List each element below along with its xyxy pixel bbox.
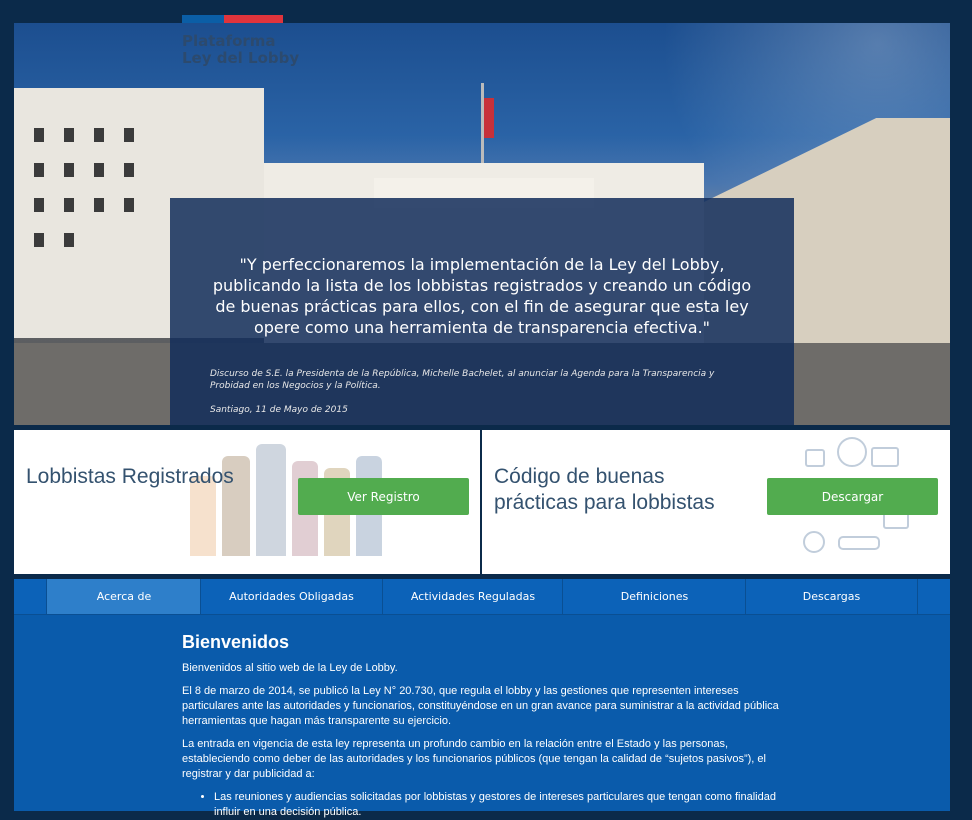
logo-line1: Plataforma <box>182 32 276 50</box>
hero-banner: "Y perfeccionaremos la implementación de… <box>14 23 950 425</box>
download-button[interactable]: Descargar <box>767 478 938 515</box>
tab-definiciones[interactable]: Definiciones <box>562 579 746 614</box>
tab-acerca-de[interactable]: Acerca de <box>46 579 201 614</box>
view-registry-button[interactable]: Ver Registro <box>298 478 469 515</box>
clock-icon <box>837 437 867 467</box>
quote-box: "Y perfeccionaremos la implementación de… <box>170 198 794 425</box>
logo-line2: Ley del Lobby <box>182 49 300 67</box>
list-item: Las reuniones y audiencias solicitadas p… <box>214 790 782 820</box>
registered-lobbyists-title: Lobbistas Registrados <box>26 465 234 488</box>
briefcase-icon <box>871 447 899 467</box>
welcome-heading: Bienvenidos <box>182 632 290 652</box>
padlock-icon <box>805 449 825 467</box>
registered-lobbyists-card: Lobbistas Registrados Ver Registro <box>14 430 480 574</box>
logo-color-bar <box>182 15 283 23</box>
info-section: Acerca de Autoridades Obligadas Activida… <box>14 579 950 818</box>
coin-icon <box>803 531 825 553</box>
flag <box>484 98 494 138</box>
tab-autoridades-obligadas[interactable]: Autoridades Obligadas <box>200 579 382 614</box>
welcome-paragraph-1: Bienvenidos al sitio web de la Ley de Lo… <box>182 662 398 674</box>
welcome-paragraph-3: La entrada en vigencia de esta ley repre… <box>182 738 766 780</box>
code-title-line1: Código de buenas <box>494 465 665 488</box>
site-logo[interactable]: Plataforma Ley del Lobby <box>182 15 299 67</box>
quote-place-date: Santiago, 11 de Mayo de 2015 <box>210 405 348 415</box>
tab-actividades-reguladas[interactable]: Actividades Reguladas <box>382 579 563 614</box>
logo-text: Plataforma Ley del Lobby <box>182 33 299 67</box>
car-icon <box>838 536 880 550</box>
obligations-list: Las reuniones y audiencias solicitadas p… <box>182 790 782 820</box>
welcome-paragraph-2: El 8 de marzo de 2014, se publicó la Ley… <box>182 685 779 727</box>
code-of-practice-title: Código de buenas prácticas para lobbista… <box>494 464 715 516</box>
section-tabs: Acerca de Autoridades Obligadas Activida… <box>14 579 950 615</box>
tab-descargas[interactable]: Descargas <box>745 579 918 614</box>
hero-quote: "Y perfeccionaremos la implementación de… <box>212 255 752 337</box>
quote-credit: Discurso de S.E. la Presidenta de la Rep… <box>210 369 715 391</box>
code-title-line2: prácticas para lobbistas <box>494 491 715 514</box>
code-of-practice-card: Código de buenas prácticas para lobbista… <box>482 430 950 574</box>
welcome-content: Bienvenidos Bienvenidos al sitio web de … <box>182 632 782 820</box>
